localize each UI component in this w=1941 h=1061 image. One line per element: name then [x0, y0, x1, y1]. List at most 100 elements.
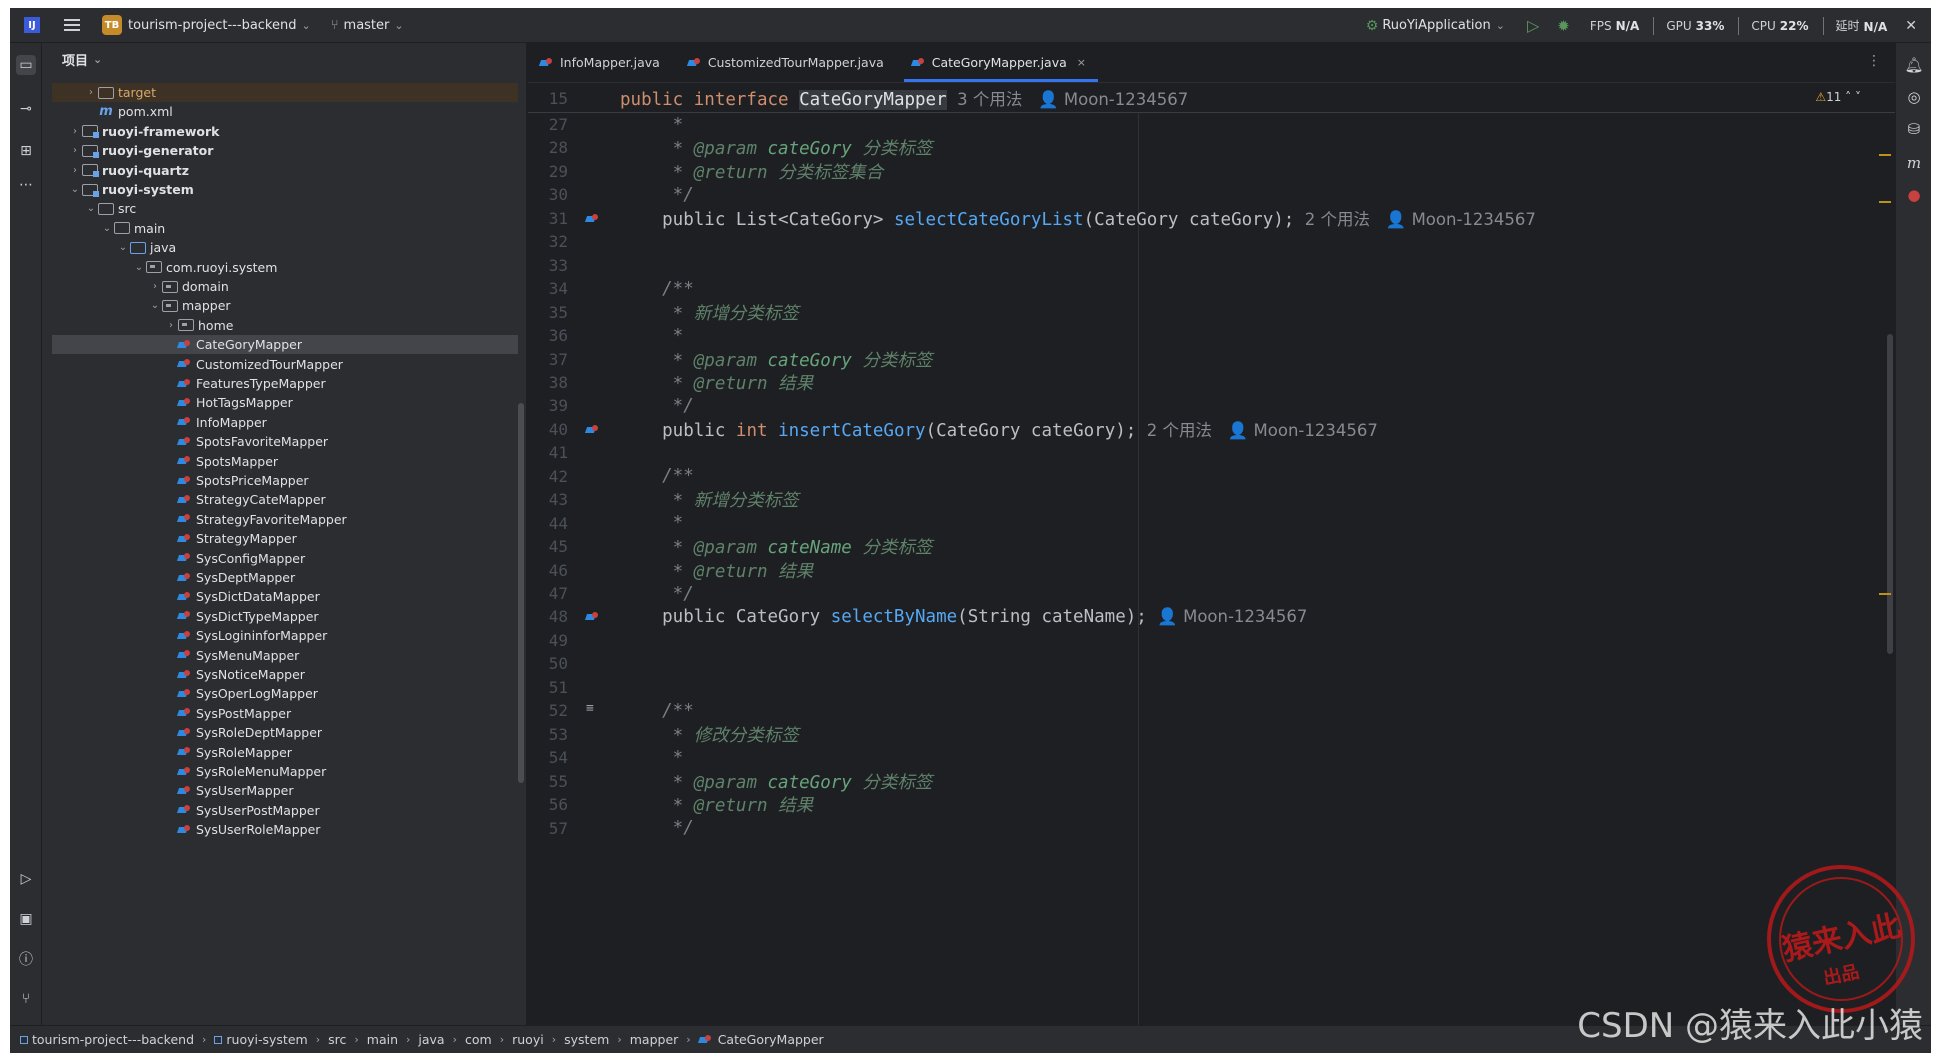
tree-item[interactable]: SysUserMapper — [52, 781, 518, 800]
tree-item[interactable]: SysDictDataMapper — [52, 587, 518, 606]
warnings-indicator[interactable]: ⚠11 ˄ ˅ — [1815, 90, 1861, 104]
tree-item[interactable]: › ruoyi-framework — [52, 122, 518, 141]
tree-item[interactable]: m pom.xml — [52, 102, 518, 121]
tree-item[interactable]: SysNoticeMapper — [52, 665, 518, 684]
run-config-selector[interactable]: ⚙ RuoYiApplication ⌄ — [1366, 18, 1505, 34]
editor-tab[interactable]: CustomizedTourMapper.java — [676, 43, 900, 82]
tree-item[interactable]: SysDictTypeMapper — [52, 607, 518, 626]
tree-item[interactable]: › ruoyi-quartz — [52, 161, 518, 180]
chevron-down-icon[interactable]: ⌄ — [132, 262, 146, 273]
code-area[interactable]: 15 public interface CateGoryMapper 3 个用法… — [528, 84, 1895, 1025]
run-icon[interactable]: ▷ — [16, 869, 36, 889]
tree-item[interactable]: SysDeptMapper — [52, 568, 518, 587]
breadcrumb-item[interactable]: com — [465, 1032, 492, 1047]
code-line: 33 — [528, 254, 1895, 277]
render-doc-icon[interactable]: ≡ — [586, 701, 594, 716]
git-icon[interactable]: ⑂ — [16, 989, 36, 1009]
tree-item[interactable]: SysOperLogMapper — [52, 684, 518, 703]
chevron-right-icon[interactable]: › — [84, 87, 98, 98]
breadcrumb-item[interactable]: ruoyi — [512, 1032, 544, 1047]
breadcrumb-item[interactable]: src — [328, 1032, 346, 1047]
close-icon[interactable]: ✕ — [1905, 18, 1917, 34]
tree-item[interactable]: SysMenuMapper — [52, 646, 518, 665]
tree-item[interactable]: StrategyFavoriteMapper — [52, 510, 518, 529]
tree-item[interactable]: FeaturesTypeMapper — [52, 374, 518, 393]
chevron-down-icon[interactable]: ⌄ — [100, 223, 114, 234]
chevron-right-icon[interactable]: › — [68, 126, 82, 137]
csdn-watermark: CSDN @猿来入此小猿 — [1577, 1006, 1923, 1046]
tree-item[interactable]: CustomizedTourMapper — [52, 355, 518, 374]
chevron-down-icon[interactable]: ⌄ — [84, 203, 98, 214]
mybatis-icon[interactable]: ● — [1904, 185, 1924, 205]
tree-item[interactable]: SysPostMapper — [52, 704, 518, 723]
tree-item[interactable]: SysRoleMapper — [52, 743, 518, 762]
breadcrumb-item[interactable]: ruoyi-system — [226, 1032, 307, 1047]
chevron-down-icon[interactable]: ⌄ — [68, 184, 82, 195]
tree-item[interactable]: HotTagsMapper — [52, 393, 518, 412]
breadcrumb-item[interactable]: tourism-project---backend — [32, 1032, 194, 1047]
breadcrumb-item[interactable]: mapper — [630, 1032, 679, 1047]
chevron-right-icon[interactable]: › — [148, 281, 162, 292]
breadcrumb-item[interactable]: main — [367, 1032, 398, 1047]
close-tab-icon[interactable]: × — [1077, 56, 1086, 69]
more-vertical-icon[interactable]: ⋮ — [1867, 53, 1881, 69]
code-token: @return — [693, 373, 768, 394]
chevron-down-icon[interactable]: ⌄ — [116, 242, 130, 253]
tree-item[interactable]: ⌄ java — [52, 238, 518, 257]
notifications-icon[interactable]: 🔔︎ — [1904, 55, 1924, 75]
tree-item[interactable]: StrategyMapper — [52, 529, 518, 548]
main-menu-icon[interactable] — [64, 19, 80, 31]
tree-item[interactable]: SysUserRoleMapper — [52, 820, 518, 839]
tree-item[interactable]: StrategyCateMapper — [52, 490, 518, 509]
chevron-right-icon[interactable]: › — [68, 145, 82, 156]
tree-item[interactable]: ⌄ ruoyi-system — [52, 180, 518, 199]
tree-item[interactable]: SysUserPostMapper — [52, 801, 518, 820]
editor-tab[interactable]: InfoMapper.java — [528, 43, 676, 82]
maven-icon[interactable]: m — [1904, 153, 1924, 173]
tree-item[interactable]: ⌄ src — [52, 199, 518, 218]
commit-icon[interactable]: ⊸ — [16, 99, 36, 119]
breadcrumb-item[interactable]: system — [564, 1032, 609, 1047]
folder-icon[interactable]: ▭ — [16, 55, 36, 75]
editor-scrollbar[interactable] — [1887, 334, 1893, 654]
tree-item[interactable]: SysLogininforMapper — [52, 626, 518, 645]
tree-item[interactable]: ⌄ com.ruoyi.system — [52, 258, 518, 277]
mybatis-jump-icon[interactable] — [586, 213, 600, 224]
cpu-value: 22% — [1779, 18, 1809, 33]
run-icon[interactable]: ▷ — [1527, 16, 1539, 35]
mybatis-jump-icon[interactable] — [586, 612, 600, 622]
tree-item[interactable]: SysConfigMapper — [52, 549, 518, 568]
debug-icon[interactable]: ✹ — [1557, 17, 1570, 35]
problems-icon[interactable]: ⓘ — [16, 949, 36, 969]
project-panel-header[interactable]: 项目 ⌄ — [42, 43, 526, 75]
chevron-right-icon[interactable]: › — [68, 165, 82, 176]
chevron-right-icon[interactable]: › — [164, 320, 178, 331]
tree-item[interactable]: InfoMapper — [52, 413, 518, 432]
branch-selector[interactable]: ⑂ master ⌄ — [311, 18, 404, 33]
chevron-down-icon[interactable]: ⌄ — [148, 300, 162, 311]
database-icon[interactable]: ⛁ — [1904, 119, 1924, 139]
ai-assistant-icon[interactable]: ◎ — [1904, 87, 1924, 107]
terminal-icon[interactable]: ▣ — [16, 909, 36, 929]
tree-item[interactable]: › domain — [52, 277, 518, 296]
tree-item[interactable]: ⌄ main — [52, 219, 518, 238]
structure-icon[interactable]: ⊞ — [16, 141, 36, 161]
tree-item[interactable]: ⌄ mapper — [52, 296, 518, 315]
tree-item[interactable]: › target — [52, 83, 518, 102]
tree-item[interactable]: SpotsFavoriteMapper — [52, 432, 518, 451]
mybatis-jump-icon[interactable] — [586, 424, 600, 435]
breadcrumb-item[interactable]: java — [418, 1032, 444, 1047]
project-selector[interactable]: tourism-project---backend ⌄ — [122, 18, 311, 33]
tree-item[interactable]: CateGoryMapper — [52, 335, 518, 355]
tree-item[interactable]: SysRoleDeptMapper — [52, 723, 518, 742]
breadcrumb-item[interactable]: CateGoryMapper — [718, 1032, 824, 1047]
tree-item[interactable]: SpotsMapper — [52, 452, 518, 471]
code-token: @return — [693, 561, 768, 582]
editor-tab[interactable]: CateGoryMapper.java × — [900, 43, 1102, 82]
project-scrollbar[interactable] — [518, 403, 524, 783]
tree-item[interactable]: SysRoleMenuMapper — [52, 762, 518, 781]
more-icon[interactable]: ⋯ — [16, 175, 36, 195]
tree-item[interactable]: › home — [52, 316, 518, 335]
tree-item[interactable]: › ruoyi-generator — [52, 141, 518, 160]
tree-item[interactable]: SpotsPriceMapper — [52, 471, 518, 490]
